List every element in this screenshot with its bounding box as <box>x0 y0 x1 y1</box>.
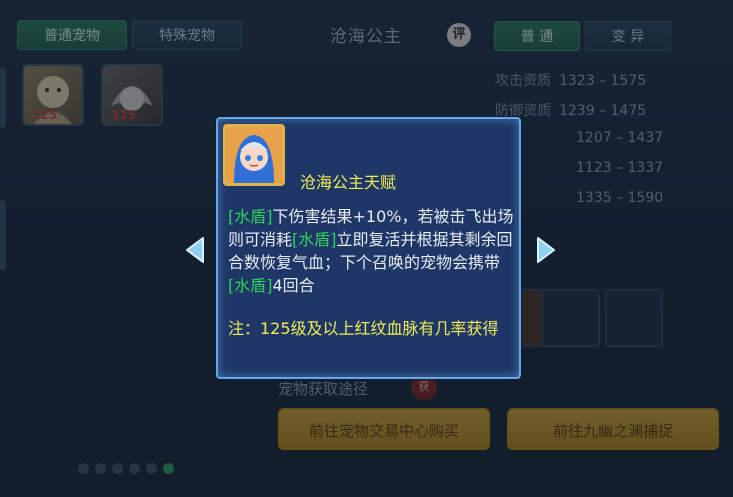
arrow-right-icon[interactable] <box>536 236 558 264</box>
talent-title: 沧海公主天赋 <box>300 173 397 192</box>
talent-popup: 沧海公主天赋 [水盾]下伤害结果+10%，若被击飞出场则可消耗[水盾]立即复活并… <box>216 117 521 379</box>
talent-description: [水盾]下伤害结果+10%，若被击飞出场则可消耗[水盾]立即复活并根据其剩余回合… <box>228 207 514 295</box>
arrow-left-icon[interactable] <box>183 236 205 264</box>
talent-note: 注：125级及以上红纹血脉有几率获得 <box>228 319 499 338</box>
princess-portrait-icon <box>226 127 282 183</box>
talent-icon <box>223 124 285 186</box>
